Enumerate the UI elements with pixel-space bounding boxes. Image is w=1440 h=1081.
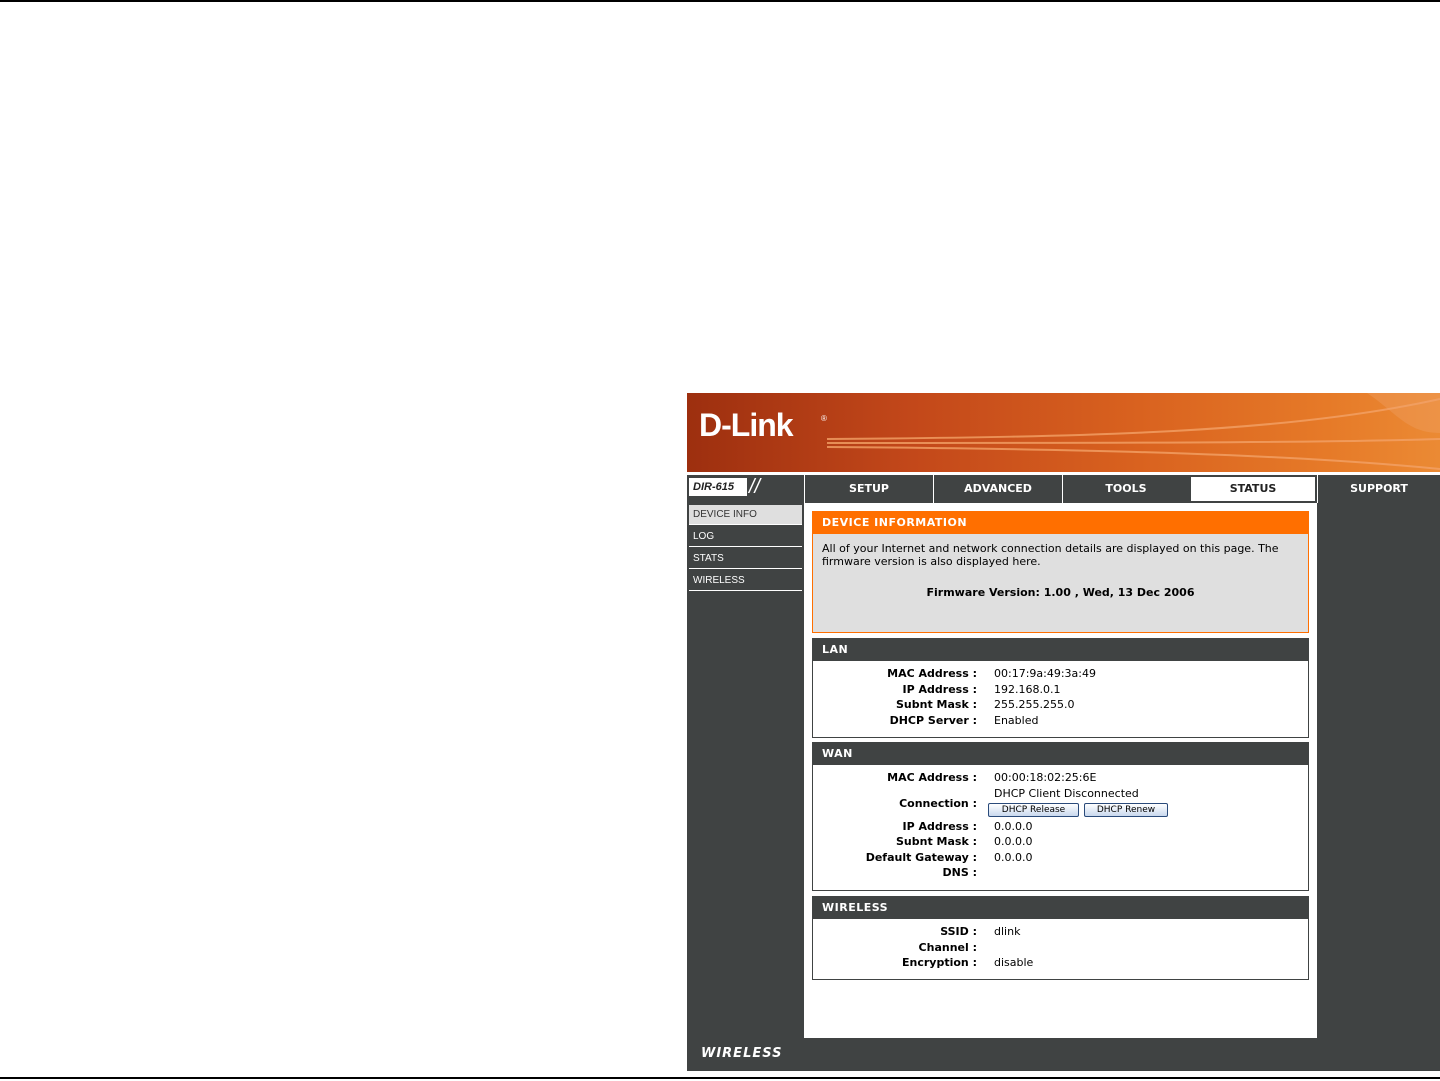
sidebar-item-log[interactable]: LOG [689,527,802,547]
banner-swoosh-graphic [826,393,1440,470]
wireless-channel-row: Channel : [813,941,1308,957]
field-value: dlink [994,925,1021,938]
dhcp-renew-button[interactable]: DHCP Renew [1084,802,1168,817]
sidebar-item-wireless[interactable]: WIRELESS [689,571,802,591]
header-banner: D-Link ® [687,393,1440,472]
right-column [1317,503,1440,1038]
wireless-section: WIRELESS SSID : dlink Channel : Encrypti… [812,896,1309,980]
field-value: 00:00:18:02:25:6E [994,771,1097,784]
field-label: MAC Address : [887,667,977,680]
dlink-logo: D-Link [699,407,794,443]
top-nav-bar: DIR-615 // SETUP ADVANCED TOOLS STATUS S… [687,475,1440,503]
field-label: DNS : [942,866,978,879]
intro-text: All of your Internet and network connect… [822,542,1279,568]
router-admin-screenshot: D-Link ® DIR-615 // SETUP ADVANCED TOOLS… [687,393,1440,1071]
lan-ip-row: IP Address : 192.168.0.1 [813,683,1308,699]
tab-status[interactable]: STATUS [1189,475,1317,503]
field-value: 255.255.255.0 [994,698,1075,711]
model-slash-decoration: // [749,476,761,498]
wan-section: WAN MAC Address : 00:00:18:02:25:6E Conn… [812,742,1309,891]
field-value: 00:17:9a:49:3a:49 [994,667,1096,680]
wan-mac-row: MAC Address : 00:00:18:02:25:6E [813,771,1308,787]
wan-dns-row: DNS : [813,866,1308,882]
dhcp-release-button[interactable]: DHCP Release [988,802,1079,817]
tab-support[interactable]: SUPPORT [1317,475,1440,503]
field-value: 0.0.0.0 [994,835,1033,848]
wan-subnet-row: Subnt Mask : 0.0.0.0 [813,835,1308,851]
section-title: LAN [813,639,1308,661]
lan-subnet-row: Subnt Mask : 255.255.255.0 [813,698,1308,714]
tab-tools[interactable]: TOOLS [1062,475,1189,503]
field-value: 0.0.0.0 [994,819,1033,833]
registered-mark: ® [821,414,827,423]
lan-section: LAN MAC Address : 00:17:9a:49:3a:49 IP A… [812,638,1309,738]
field-label: IP Address : [902,819,977,833]
field-label: MAC Address : [887,771,977,784]
sidebar-item-device-info[interactable]: DEVICE INFO [689,505,802,525]
tab-advanced[interactable]: ADVANCED [933,475,1062,503]
connection-status: DHCP Client Disconnected [994,786,1139,800]
field-label: Encryption : [902,956,977,969]
sidebar-item-stats[interactable]: STATS [689,549,802,569]
sidebar: DEVICE INFO LOG STATS WIRELESS [687,503,804,1038]
footer-bar: WIRELESS [687,1038,1440,1071]
wireless-ssid-row: SSID : dlink [813,925,1308,941]
footer-wireless-logo: WIRELESS [701,1046,783,1061]
field-label: Connection : [899,796,977,810]
field-label: Default Gateway : [865,850,977,864]
lan-mac-row: MAC Address : 00:17:9a:49:3a:49 [813,667,1308,683]
main-content: DEVICE INFORMATION All of your Internet … [804,503,1317,1038]
field-label: IP Address : [902,682,977,696]
device-information-section: DEVICE INFORMATION All of your Internet … [812,511,1309,633]
field-value: 192.168.0.1 [994,682,1061,696]
wan-rows: MAC Address : 00:00:18:02:25:6E Connecti… [813,765,1308,882]
firmware-version: Firmware Version: 1.00 , Wed, 13 Dec 200… [926,586,1195,599]
field-value: 0.0.0.0 [994,850,1033,864]
wan-connection-row: Connection : DHCP Client Disconnected DH… [813,787,1308,820]
field-label: Channel : [918,940,977,954]
page-top-rule [0,0,1440,2]
lan-rows: MAC Address : 00:17:9a:49:3a:49 IP Addre… [813,661,1308,729]
field-label: DHCP Server : [889,713,977,727]
wireless-rows: SSID : dlink Channel : Encryption : disa… [813,919,1308,972]
wan-ip-row: IP Address : 0.0.0.0 [813,820,1308,836]
field-value: Enabled [994,713,1039,727]
section-title: WIRELESS [813,897,1308,919]
field-label: Subnt Mask : [895,835,977,848]
field-label: Subnt Mask : [895,698,977,711]
wan-gateway-row: Default Gateway : 0.0.0.0 [813,851,1308,867]
field-label: SSID : [940,925,977,938]
model-badge: DIR-615 [689,478,747,496]
section-title: WAN [813,743,1308,765]
wireless-encryption-row: Encryption : disable [813,956,1308,972]
lan-dhcp-row: DHCP Server : Enabled [813,714,1308,730]
tab-setup[interactable]: SETUP [804,475,933,503]
section-title: DEVICE INFORMATION [813,512,1308,534]
field-value: disable [994,956,1034,969]
page-bottom-rule [0,1077,1440,1079]
